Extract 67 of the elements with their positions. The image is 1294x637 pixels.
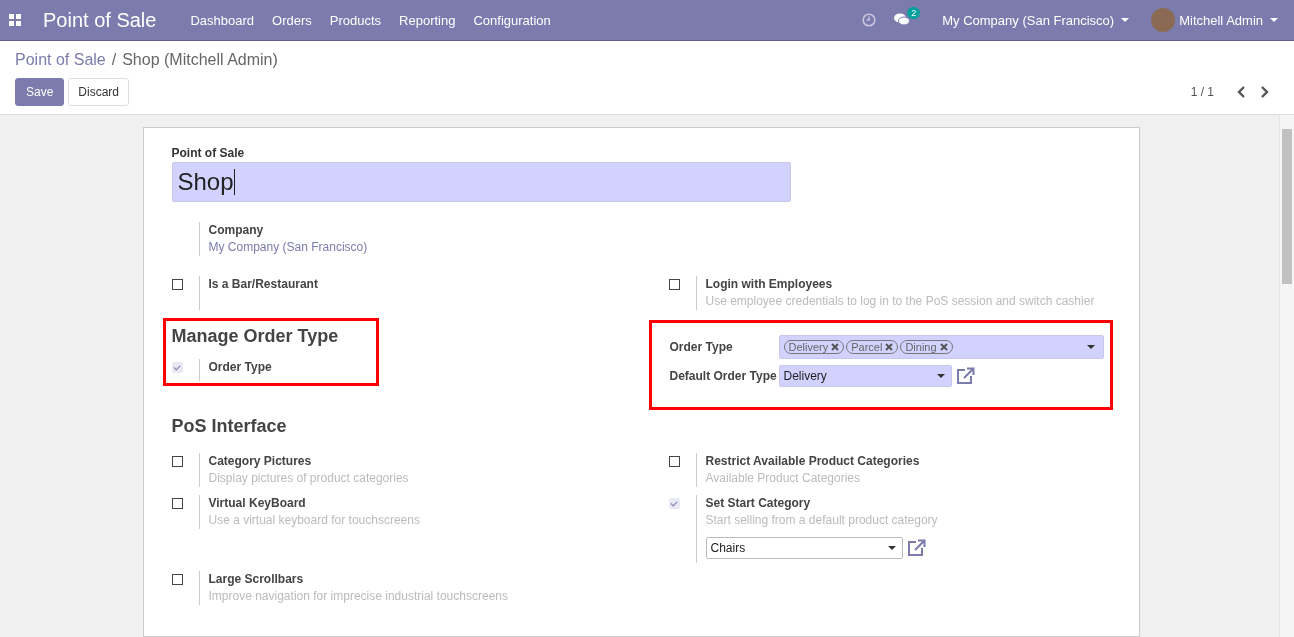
field-label: Point of Sale bbox=[171, 146, 246, 160]
caret-icon bbox=[1121, 18, 1130, 22]
user-avatar bbox=[1151, 8, 1176, 32]
setting-label: Is a Bar/Restaurant bbox=[208, 276, 318, 293]
order-type-tags-field[interactable]: Delivery Parcel Dining bbox=[778, 335, 1104, 359]
caret-icon bbox=[1086, 345, 1095, 349]
order-type-tag: Dining bbox=[900, 340, 953, 354]
setting-label: Virtual KeyBoard bbox=[208, 495, 307, 512]
breadcrumb-current: Shop (Mitchell Admin) bbox=[122, 51, 278, 69]
checkbox[interactable] bbox=[171, 498, 183, 509]
menu-item[interactable]: Orders bbox=[272, 12, 312, 28]
menu-item[interactable]: Configuration bbox=[473, 12, 551, 28]
setting-label: Order Type bbox=[208, 359, 272, 376]
checkbox[interactable] bbox=[668, 279, 680, 290]
setting-label: Set Start Category bbox=[705, 495, 812, 512]
order-type-tag: Delivery bbox=[783, 340, 845, 354]
breadcrumb-separator: / bbox=[111, 51, 117, 69]
setting-label: Large Scrollbars bbox=[208, 571, 305, 588]
remove-icon[interactable] bbox=[831, 343, 840, 351]
company-link[interactable]: My Company (San Francisco) bbox=[208, 239, 368, 256]
scrollbar[interactable] bbox=[1279, 115, 1294, 637]
checkbox[interactable] bbox=[668, 456, 680, 467]
setting-description: Display pictures of product categories bbox=[208, 470, 409, 487]
user-menu[interactable]: Mitchell Admin bbox=[1179, 12, 1278, 28]
remove-icon[interactable] bbox=[885, 343, 894, 351]
field-label: Order Type bbox=[669, 340, 734, 354]
breadcrumb-link[interactable]: Point of Sale bbox=[15, 51, 106, 69]
discard-button[interactable]: Discard bbox=[68, 78, 130, 106]
external-link-icon[interactable] bbox=[906, 539, 927, 557]
chat-icon[interactable] bbox=[894, 13, 911, 27]
checkbox[interactable] bbox=[171, 362, 183, 373]
setting-label: Category Pictures bbox=[208, 453, 313, 470]
menu-item[interactable]: Dashboard bbox=[190, 12, 255, 28]
caret-icon bbox=[1270, 18, 1278, 22]
setting-description: Available Product Categories bbox=[705, 470, 862, 487]
setting-label: Restrict Available Product Categories bbox=[705, 453, 920, 470]
company-switcher[interactable]: My Company (San Francisco) bbox=[942, 12, 1130, 28]
order-type-tag: Parcel bbox=[846, 340, 899, 354]
setting-label: Login with Employees bbox=[705, 276, 834, 293]
checkbox[interactable] bbox=[171, 279, 183, 290]
checkbox[interactable] bbox=[171, 456, 183, 467]
external-link-icon[interactable] bbox=[955, 367, 976, 385]
caret-icon bbox=[936, 374, 945, 378]
menu-item[interactable]: Reporting bbox=[399, 12, 456, 28]
checkbox[interactable] bbox=[668, 498, 680, 509]
setting-description: Start selling from a default product category bbox=[705, 512, 938, 529]
pager-counter: 1 / 1 bbox=[1190, 85, 1214, 99]
setting-description: Improve navigation for imprecise industrial touchscreens bbox=[208, 588, 508, 605]
setting-label: Company bbox=[208, 222, 265, 239]
remove-icon[interactable] bbox=[939, 343, 948, 351]
menu-item[interactable]: Products bbox=[329, 12, 382, 28]
next-icon[interactable] bbox=[1260, 85, 1270, 99]
setting-description: Use a virtual keyboard for touchscreens bbox=[208, 512, 420, 529]
name-input-field[interactable]: Shop bbox=[171, 162, 791, 202]
section-heading: Manage Order Type bbox=[171, 326, 340, 347]
caret-icon bbox=[887, 546, 896, 550]
previous-icon[interactable] bbox=[1236, 85, 1246, 99]
start-category-select[interactable]: Chairs bbox=[705, 537, 903, 559]
app-title: Point of Sale bbox=[43, 8, 157, 32]
apps-grid-icon[interactable] bbox=[9, 14, 21, 26]
section-heading: PoS Interface bbox=[171, 416, 288, 437]
field-label: Default Order Type bbox=[669, 369, 775, 383]
checkbox[interactable] bbox=[171, 574, 183, 585]
setting-description: Use employee credentials to log in to the PoS session and switch cashier bbox=[705, 293, 1095, 310]
message-count-badge: 2 bbox=[907, 7, 921, 19]
save-button[interactable]: Save bbox=[15, 78, 65, 106]
default-order-type-select[interactable]: Delivery bbox=[778, 365, 952, 387]
